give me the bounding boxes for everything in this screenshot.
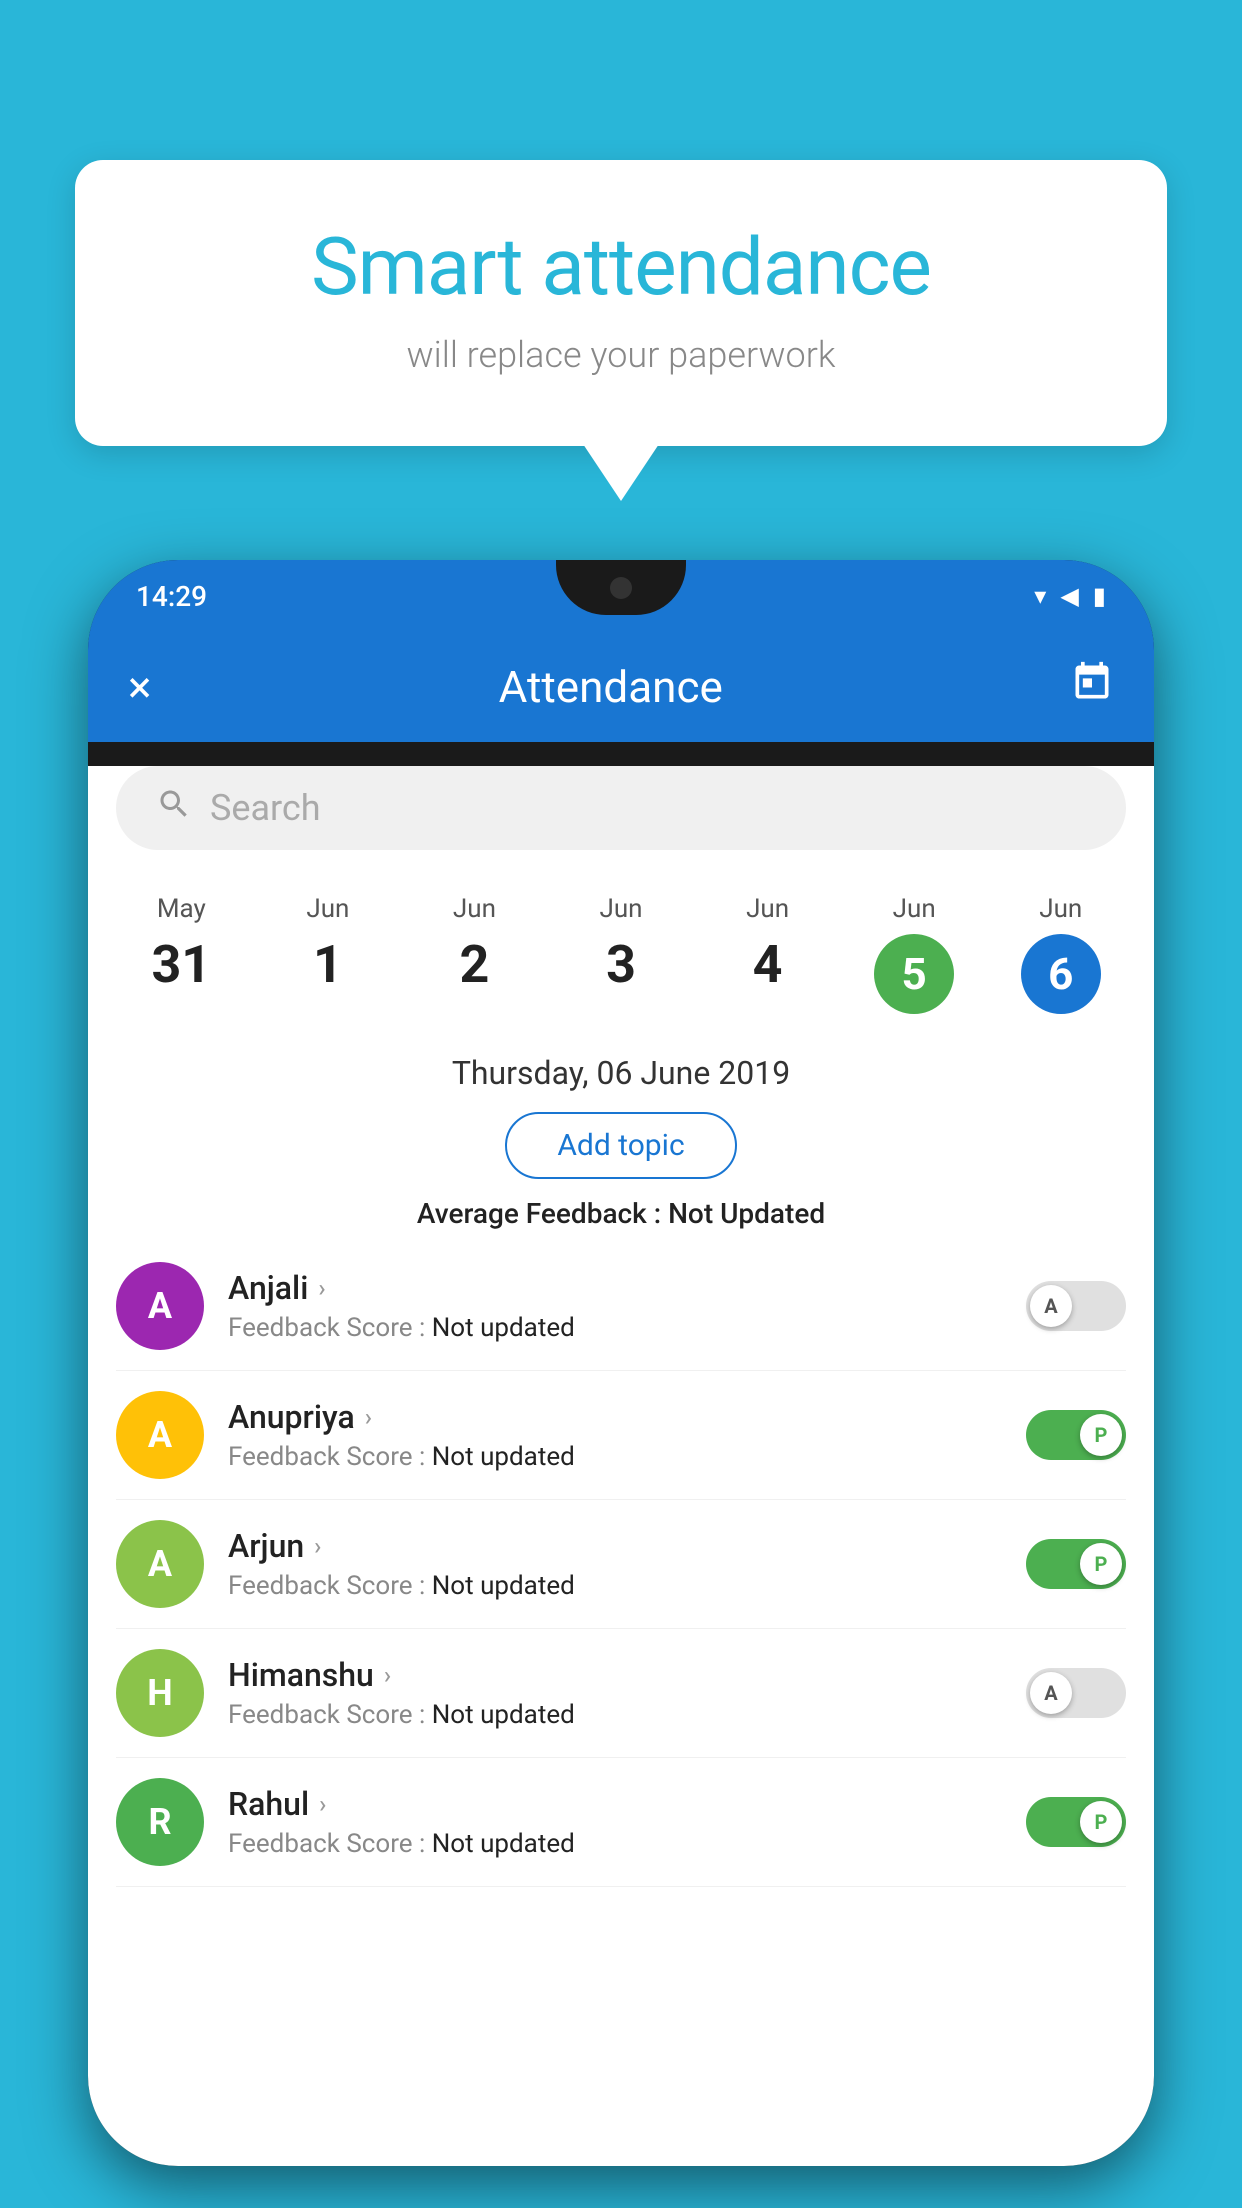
avatar: A (116, 1520, 204, 1608)
calendar-icon[interactable] (1070, 660, 1114, 715)
status-time: 14:29 (136, 580, 207, 613)
battery-icon: ▮ (1093, 582, 1106, 610)
date-month: Jun (746, 894, 789, 924)
add-topic-button[interactable]: Add topic (505, 1112, 736, 1179)
date-month: May (157, 894, 206, 924)
student-info: Himanshu › Feedback Score : Not updated (228, 1656, 1002, 1730)
close-icon[interactable]: × (128, 661, 151, 713)
search-bar[interactable]: Search (116, 766, 1126, 850)
date-month: Jun (453, 894, 496, 924)
student-info: Rahul › Feedback Score : Not updated (228, 1785, 1002, 1859)
attendance-toggle[interactable]: A (1026, 1281, 1126, 1331)
screen-content: Search May 31 Jun 1 Jun 2 Jun 3 Jun 4 Jun5Jun6 Thu… (88, 766, 1154, 2166)
attendance-toggle[interactable]: P (1026, 1410, 1126, 1460)
app-bar: × Attendance (88, 632, 1154, 742)
chevron-right-icon: › (384, 1661, 391, 1689)
date-col[interactable]: Jun 3 (548, 882, 695, 1026)
date-col[interactable]: Jun 1 (255, 882, 402, 1026)
student-name: Arjun › (228, 1527, 1002, 1565)
student-info: Arjun › Feedback Score : Not updated (228, 1527, 1002, 1601)
date-info: Thursday, 06 June 2019 Add topic Average… (88, 1026, 1154, 1242)
student-name: Himanshu › (228, 1656, 1002, 1694)
student-name: Anupriya › (228, 1398, 1002, 1436)
wifi-icon: ▾ (1034, 582, 1046, 610)
avatar: A (116, 1262, 204, 1350)
avatar: H (116, 1649, 204, 1737)
avatar: A (116, 1391, 204, 1479)
status-bar: 14:29 ▾ ◀ ▮ (88, 560, 1154, 632)
attendance-toggle[interactable]: P (1026, 1797, 1126, 1847)
notch (556, 560, 686, 615)
student-info: Anupriya › Feedback Score : Not updated (228, 1398, 1002, 1472)
chevron-right-icon: › (314, 1532, 321, 1560)
avg-feedback-value: Not Updated (668, 1197, 825, 1230)
student-name: Anjali › (228, 1269, 1002, 1307)
signal-icon: ◀ (1060, 582, 1078, 610)
student-row[interactable]: H Himanshu › Feedback Score : Not updated A (116, 1629, 1126, 1758)
student-info: Anjali › Feedback Score : Not updated (228, 1269, 1002, 1343)
date-col[interactable]: Jun 2 (401, 882, 548, 1026)
student-row[interactable]: R Rahul › Feedback Score : Not updated P (116, 1758, 1126, 1887)
speech-bubble-container: Smart attendance will replace your paper… (75, 160, 1167, 446)
date-month: Jun (306, 894, 349, 924)
camera (610, 577, 632, 599)
date-day: 4 (753, 934, 783, 995)
date-month: Jun (893, 894, 936, 924)
phone-container: 14:29 ▾ ◀ ▮ × Attendance (88, 560, 1154, 2166)
student-row[interactable]: A Arjun › Feedback Score : Not updated P (116, 1500, 1126, 1629)
date-col[interactable]: Jun6 (987, 882, 1134, 1026)
avg-feedback-label: Average Feedback : (417, 1197, 668, 1230)
student-name: Rahul › (228, 1785, 1002, 1823)
student-feedback: Feedback Score : Not updated (228, 1571, 1002, 1601)
bubble-subtitle: will replace your paperwork (125, 334, 1117, 376)
search-icon (156, 786, 192, 831)
phone-screen: 14:29 ▾ ◀ ▮ × Attendance (88, 560, 1154, 2166)
student-list: AAnjali ›Feedback Score : Not updatedAAA… (88, 1242, 1154, 1887)
date-day: 31 (151, 934, 211, 995)
attendance-toggle[interactable]: A (1026, 1668, 1126, 1718)
app-bar-title: Attendance (499, 661, 723, 713)
date-day: 1 (313, 934, 343, 995)
avg-feedback: Average Feedback : Not Updated (108, 1197, 1134, 1230)
student-feedback: Feedback Score : Not updated (228, 1700, 1002, 1730)
selected-date: Thursday, 06 June 2019 (108, 1054, 1134, 1092)
chevron-right-icon: › (319, 1790, 326, 1818)
date-col[interactable]: May 31 (108, 882, 255, 1026)
student-row[interactable]: A Anupriya › Feedback Score : Not updated P (116, 1371, 1126, 1500)
date-col[interactable]: Jun5 (841, 882, 988, 1026)
date-month: Jun (600, 894, 643, 924)
bubble-title: Smart attendance (125, 220, 1117, 314)
phone-frame: 14:29 ▾ ◀ ▮ × Attendance (88, 560, 1154, 2166)
date-day: 2 (460, 934, 490, 995)
student-feedback: Feedback Score : Not updated (228, 1442, 1002, 1472)
status-icons: ▾ ◀ ▮ (1034, 582, 1106, 610)
avatar: R (116, 1778, 204, 1866)
student-feedback: Feedback Score : Not updated (228, 1829, 1002, 1859)
student-feedback: Feedback Score : Not updated (228, 1313, 1002, 1343)
speech-bubble: Smart attendance will replace your paper… (75, 160, 1167, 446)
date-strip: May 31 Jun 1 Jun 2 Jun 3 Jun 4 Jun5Jun6 (88, 866, 1154, 1026)
chevron-right-icon: › (365, 1403, 372, 1431)
attendance-toggle[interactable]: P (1026, 1539, 1126, 1589)
date-month: Jun (1039, 894, 1082, 924)
chevron-right-icon: › (318, 1274, 325, 1302)
date-col[interactable]: Jun 4 (694, 882, 841, 1026)
search-placeholder: Search (210, 787, 321, 829)
date-day: 3 (606, 934, 636, 995)
student-row[interactable]: A Anjali › Feedback Score : Not updated A (116, 1242, 1126, 1371)
